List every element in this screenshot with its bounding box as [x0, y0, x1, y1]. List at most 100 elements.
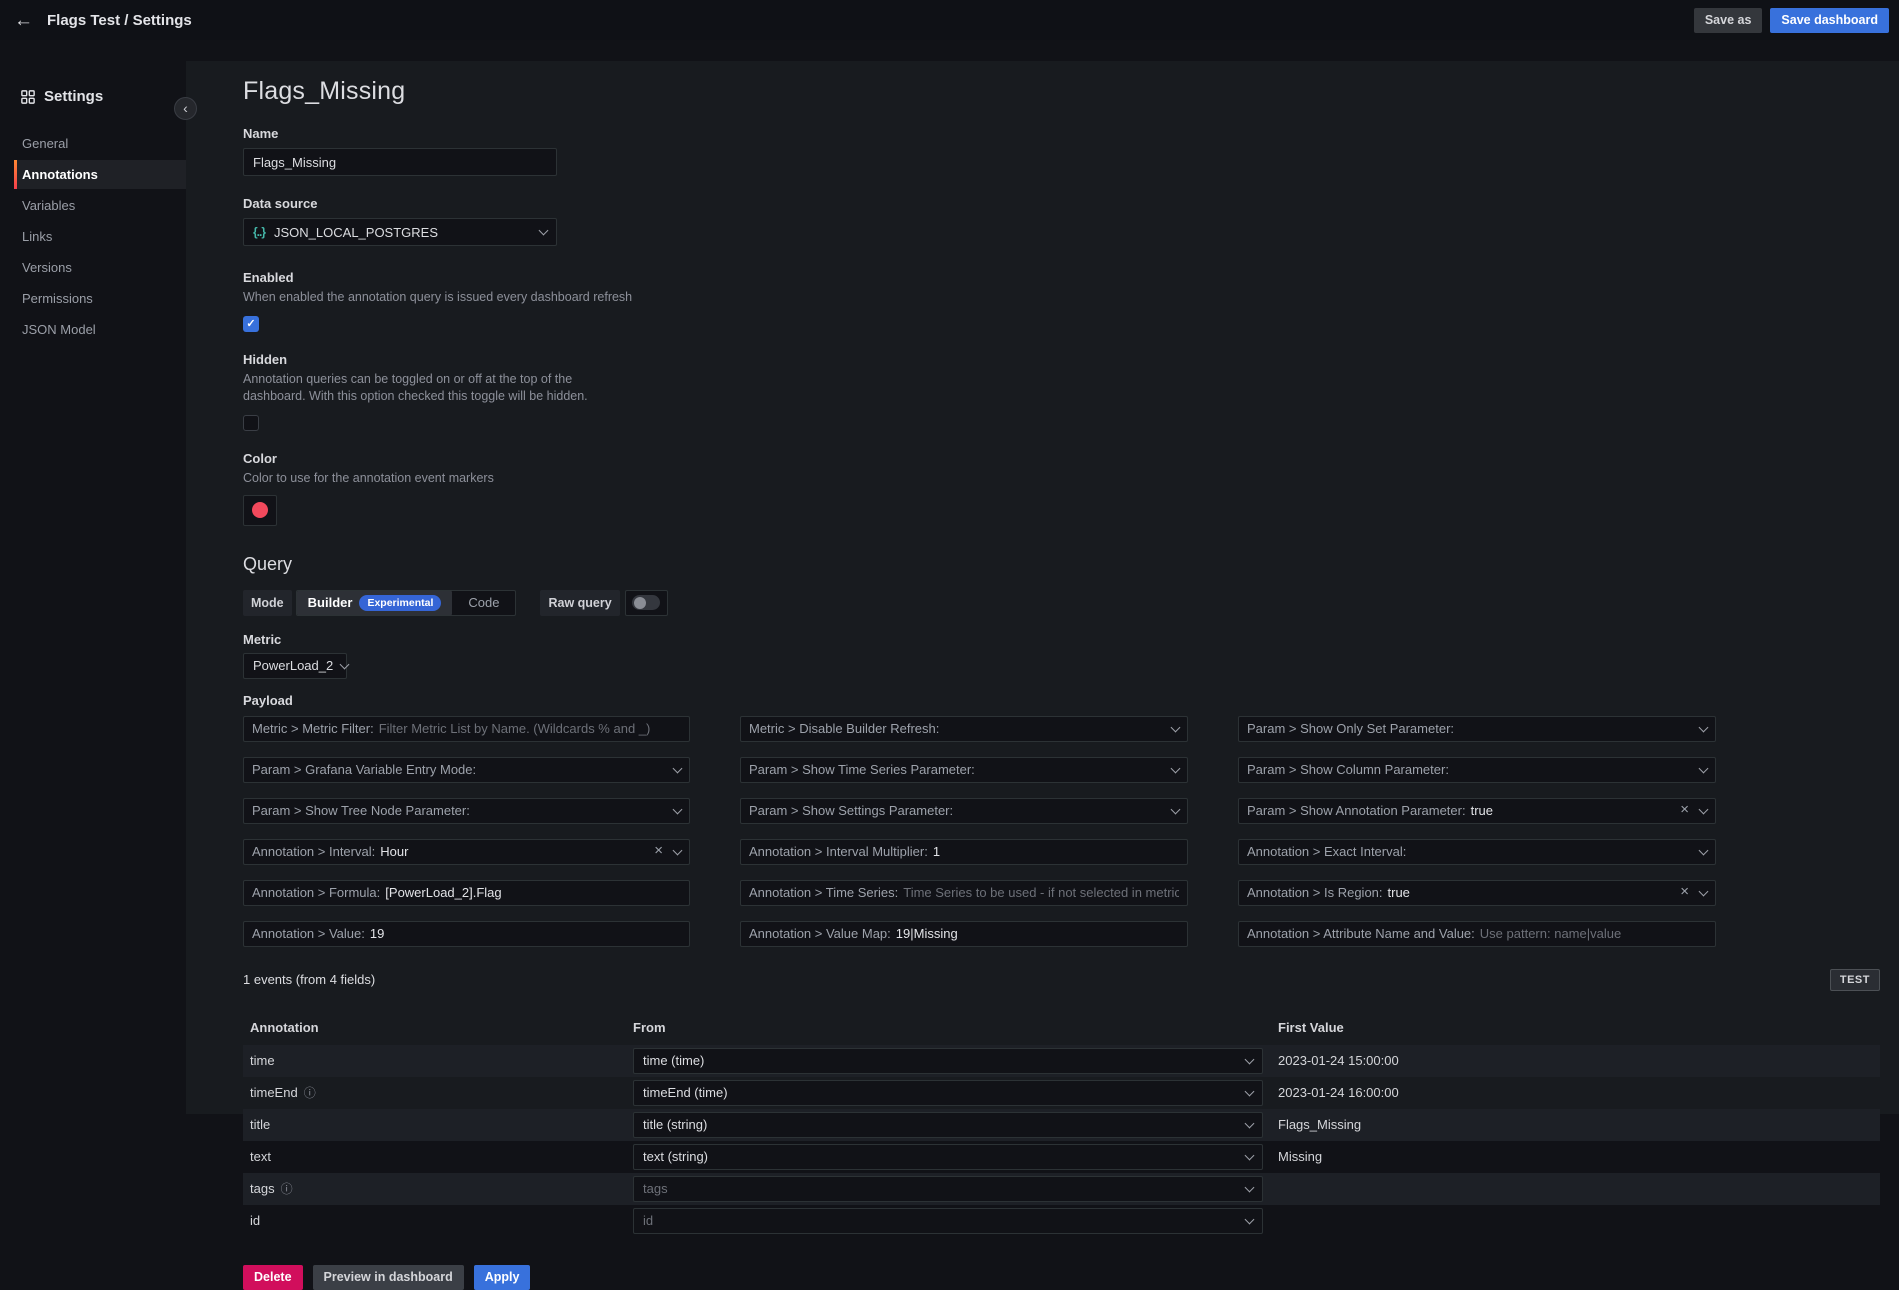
first-value: 2023-01-24 15:00:00	[1263, 1053, 1880, 1068]
clear-icon[interactable]: ×	[654, 843, 663, 858]
from-value: text (string)	[643, 1149, 708, 1164]
sidebar-item-annotations[interactable]: Annotations	[14, 160, 186, 189]
from-select-timeEnd[interactable]: timeEnd (time)	[633, 1080, 1263, 1106]
enabled-checkbox[interactable]: ✓	[243, 316, 259, 332]
chevron-down-icon	[1245, 1118, 1255, 1128]
table-row-text: text text (string) Missing	[243, 1141, 1880, 1173]
payload-field-disable-builder-refresh[interactable]: Metric > Disable Builder Refresh:	[740, 716, 1188, 742]
payload-field-is-region[interactable]: Annotation > Is Region:true ×	[1238, 880, 1716, 906]
back-arrow-icon[interactable]: ←	[14, 11, 33, 30]
mode-radio-group: Builder Experimental Code	[296, 590, 517, 616]
mode-option-code[interactable]: Code	[452, 591, 515, 615]
color-swatch	[252, 502, 268, 518]
payload-field-value-map[interactable]: Annotation > Value Map:19|Missing	[740, 921, 1188, 947]
raw-query-toggle[interactable]	[625, 590, 668, 616]
color-picker[interactable]	[243, 495, 277, 526]
chevron-down-icon	[1699, 804, 1709, 814]
json-datasource-icon: {..}	[253, 225, 265, 239]
payload-field-metric-filter[interactable]: Metric > Metric Filter:Filter Metric Lis…	[243, 716, 690, 742]
from-select-id[interactable]: id	[633, 1208, 1263, 1234]
chevron-down-icon	[539, 226, 549, 236]
preview-in-dashboard-button[interactable]: Preview in dashboard	[313, 1265, 464, 1290]
table-row-timeEnd: timeEnd ⓘ timeEnd (time) 2023-01-24 16:00…	[243, 1077, 1880, 1109]
settings-sidebar: Settings General Annotations Variables L…	[0, 40, 186, 1125]
clear-icon[interactable]: ×	[1680, 884, 1689, 899]
toggle-knob	[634, 597, 646, 609]
payload-field-attribute-name-and-value[interactable]: Annotation > Attribute Name and Value:Us…	[1238, 921, 1716, 947]
column-header-from: From	[633, 1020, 1263, 1035]
chevron-down-icon	[1171, 722, 1181, 732]
payload-field-formula[interactable]: Annotation > Formula:[PowerLoad_2].Flag	[243, 880, 690, 906]
column-header-annotation: Annotation	[250, 1020, 633, 1035]
chevron-down-icon	[673, 845, 683, 855]
from-placeholder: tags	[643, 1181, 668, 1196]
table-row-tags: tagsⓘ tags	[243, 1173, 1880, 1205]
row-name: timeEnd	[250, 1085, 298, 1100]
name-input[interactable]	[243, 148, 557, 176]
query-mode-row: Mode Builder Experimental Code Raw query	[243, 590, 1880, 616]
chevron-down-icon	[1245, 1054, 1255, 1064]
query-section-title: Query	[243, 554, 1880, 575]
enabled-label: Enabled	[243, 270, 1880, 285]
chevron-down-icon	[673, 763, 683, 773]
from-select-tags[interactable]: tags	[633, 1176, 1263, 1202]
first-value: 2023-01-24 16:00:00	[1263, 1085, 1880, 1100]
chevron-down-icon	[1699, 845, 1709, 855]
apply-button[interactable]: Apply	[474, 1265, 531, 1290]
chevron-down-icon	[1171, 804, 1181, 814]
table-row-time: time time (time) 2023-01-24 15:00:00	[243, 1045, 1880, 1077]
save-dashboard-button[interactable]: Save dashboard	[1770, 8, 1889, 33]
payload-field-show-settings-parameter[interactable]: Param > Show Settings Parameter:	[740, 798, 1188, 824]
payload-field-show-annotation-parameter[interactable]: Param > Show Annotation Parameter:true ×	[1238, 798, 1716, 824]
metric-label: Metric	[243, 632, 1880, 647]
chevron-down-icon	[1245, 1086, 1255, 1096]
chevron-down-icon	[673, 804, 683, 814]
row-name: time	[250, 1053, 275, 1068]
sidebar-item-links[interactable]: Links	[0, 222, 186, 251]
toggle-track	[632, 595, 660, 610]
payload-field-value[interactable]: Annotation > Value:19	[243, 921, 690, 947]
payload-field-show-tree-node-parameter[interactable]: Param > Show Tree Node Parameter:	[243, 798, 690, 824]
test-button[interactable]: TEST	[1830, 969, 1880, 991]
row-name: tags	[250, 1181, 275, 1196]
payload-field-show-time-series-parameter[interactable]: Param > Show Time Series Parameter:	[740, 757, 1188, 783]
payload-field-show-only-set-parameter[interactable]: Param > Show Only Set Parameter:	[1238, 716, 1716, 742]
payload-field-time-series[interactable]: Annotation > Time Series:Time Series to …	[740, 880, 1188, 906]
sidebar-item-json-model[interactable]: JSON Model	[0, 315, 186, 344]
mode-option-builder[interactable]: Builder Experimental	[297, 591, 453, 615]
top-bar: ← Flags Test / Settings Save as Save das…	[0, 0, 1899, 40]
settings-header: Settings	[21, 88, 186, 105]
sidebar-item-variables[interactable]: Variables	[0, 191, 186, 220]
color-label: Color	[243, 451, 1880, 466]
table-row-id: id id	[243, 1205, 1880, 1237]
collapse-sidebar-button[interactable]: ‹	[174, 97, 197, 120]
clear-icon[interactable]: ×	[1680, 802, 1689, 817]
chevron-down-icon	[340, 659, 350, 669]
chevron-down-icon	[1699, 722, 1709, 732]
datasource-label: Data source	[243, 196, 1880, 211]
from-select-text[interactable]: text (string)	[633, 1144, 1263, 1170]
page-title: Flags_Missing	[243, 77, 1880, 106]
active-indicator	[14, 160, 17, 189]
color-description: Color to use for the annotation event ma…	[243, 470, 613, 487]
datasource-picker[interactable]: {..} JSON_LOCAL_POSTGRES	[243, 218, 557, 246]
save-as-button[interactable]: Save as	[1694, 8, 1763, 33]
hidden-checkbox[interactable]	[243, 415, 259, 431]
from-select-time[interactable]: time (time)	[633, 1048, 1263, 1074]
payload-field-show-column-parameter[interactable]: Param > Show Column Parameter:	[1238, 757, 1716, 783]
settings-nav: General Annotations Variables Links Vers…	[0, 129, 186, 344]
table-header-row: Annotation From First Value	[243, 1011, 1880, 1045]
metric-picker[interactable]: PowerLoad_2	[243, 653, 347, 679]
payload-field-interval[interactable]: Annotation > Interval:Hour ×	[243, 839, 690, 865]
payload-field-grafana-variable-entry-mode[interactable]: Param > Grafana Variable Entry Mode:	[243, 757, 690, 783]
name-label: Name	[243, 126, 1880, 141]
from-placeholder: id	[643, 1213, 653, 1228]
payload-field-interval-multiplier[interactable]: Annotation > Interval Multiplier:1	[740, 839, 1188, 865]
payload-field-exact-interval[interactable]: Annotation > Exact Interval:	[1238, 839, 1716, 865]
sidebar-item-permissions[interactable]: Permissions	[0, 284, 186, 313]
events-summary: 1 events (from 4 fields)	[243, 972, 375, 987]
info-icon: ⓘ	[304, 1087, 316, 1099]
sidebar-item-versions[interactable]: Versions	[0, 253, 186, 282]
delete-button[interactable]: Delete	[243, 1265, 303, 1290]
sidebar-item-general[interactable]: General	[0, 129, 186, 158]
